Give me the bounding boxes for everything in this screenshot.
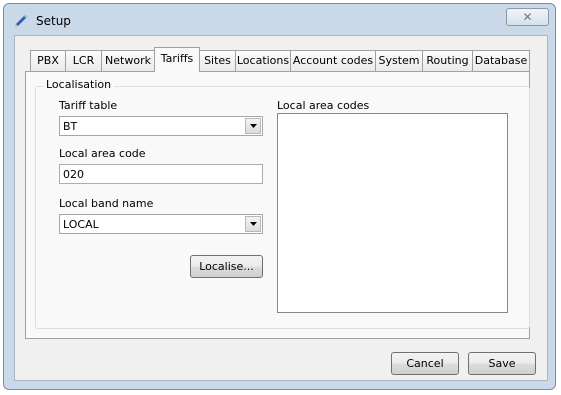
localise-button[interactable]: Localise... [190,255,263,278]
pencil-icon [13,13,29,29]
local-band-name-select[interactable]: LOCAL [59,214,263,234]
tab-pbx[interactable]: PBX [30,50,66,71]
local-area-codes-list[interactable] [277,113,508,313]
cancel-button[interactable]: Cancel [391,352,459,375]
tab-system[interactable]: System [375,50,423,71]
local-area-codes-label: Local area codes [277,99,370,112]
tab-sites[interactable]: Sites [199,50,236,71]
local-area-code-field-frame [59,164,263,184]
tab-account-codes[interactable]: Account codes [290,50,376,71]
title-bar[interactable]: Setup ✕ [4,4,555,36]
local-area-code-label: Local area code [59,147,146,160]
window-title: Setup [36,14,71,28]
setup-window: Setup ✕ PBX LCR Network Tariffs Sites Lo… [3,3,556,390]
localisation-group-label: Localisation [43,78,115,91]
close-icon: ✕ [522,10,533,24]
tariff-table-value: BT [63,120,78,133]
tariff-table-select[interactable]: BT [59,116,263,136]
tab-locations[interactable]: Locations [235,50,291,71]
dialog-client-area: PBX LCR Network Tariffs Sites Locations … [14,35,548,381]
tab-network[interactable]: Network [101,50,155,71]
tab-tariffs[interactable]: Tariffs [154,47,200,72]
local-band-name-value: LOCAL [63,218,99,231]
tab-database[interactable]: Database [472,50,530,71]
local-band-name-label: Local band name [59,197,154,210]
local-area-code-field[interactable] [60,165,262,183]
chevron-down-icon[interactable] [245,216,261,232]
tariff-table-label: Tariff table [59,99,118,112]
chevron-down-icon[interactable] [245,118,261,134]
tab-routing[interactable]: Routing [422,50,473,71]
save-button[interactable]: Save [468,352,536,375]
close-button[interactable]: ✕ [506,8,549,26]
tab-lcr[interactable]: LCR [65,50,102,71]
